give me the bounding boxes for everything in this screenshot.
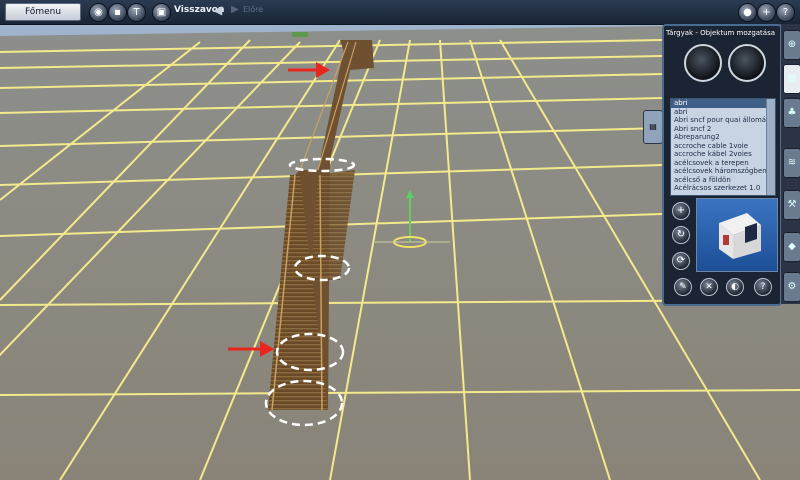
list-item[interactable]: Acélrácsos szerkezet 1.0 (671, 184, 775, 193)
panel-title: Tárgyak - Objektum mozgatása (666, 29, 776, 37)
place-object-icon[interactable] (684, 44, 722, 82)
top-toolbar: Főmenu ◉ ▪ T ▣ Visszavon ◀ ▶ Előre ● + ? (0, 0, 800, 25)
objects-panel: Tárgyak - Objektum mozgatása abri abri A… (662, 24, 782, 306)
delete-icon[interactable]: ✕ (700, 278, 718, 296)
tree-icon[interactable]: ♣ (783, 98, 800, 128)
list-item[interactable]: accroche kábel 2voies (671, 150, 775, 159)
bulb-icon[interactable]: ● (738, 3, 757, 22)
tool-tabs: ⊕ ▦ ♣ ≋ ⚒ ◆ ⚙ (780, 24, 800, 304)
refresh-icon[interactable]: ⟳ (672, 252, 690, 270)
move-object-icon[interactable] (728, 44, 766, 82)
eyedropper-icon[interactable]: ✎ (674, 278, 692, 296)
distant-object (292, 32, 308, 37)
filter-icon[interactable]: ◐ (726, 278, 744, 296)
redo-button[interactable]: Előre (243, 5, 263, 14)
tools-icon[interactable]: T (127, 3, 146, 22)
help-icon[interactable]: ? (776, 3, 795, 22)
list-item[interactable]: acélcsovek háromszögben (671, 167, 775, 176)
save-icon[interactable]: ▪ (108, 3, 127, 22)
shelter-preview-image (719, 213, 761, 259)
track-icon[interactable]: ▦ (783, 64, 800, 94)
redo-arrow-icon[interactable]: ▶ (231, 4, 239, 15)
zoom-icon[interactable]: ⊕ (783, 30, 800, 60)
plus-icon[interactable]: + (757, 3, 776, 22)
list-item[interactable]: Abreparung2 (671, 133, 775, 142)
wrench-icon[interactable]: ⚒ (783, 190, 800, 220)
undo-arrow-icon[interactable]: ◀ (213, 3, 222, 17)
spline-icon[interactable]: ≋ (783, 148, 800, 178)
help-icon[interactable]: ? (754, 278, 772, 296)
rotate-icon[interactable]: ↻ (672, 226, 690, 244)
list-scrollbar[interactable] (766, 99, 775, 195)
globe-icon[interactable]: ◉ (89, 3, 108, 22)
list-item[interactable]: acélcsovek a terepen (671, 159, 775, 168)
list-item[interactable]: abri (671, 108, 775, 117)
water-icon[interactable]: ◆ (783, 232, 800, 262)
list-item[interactable]: abri (671, 99, 775, 108)
list-item[interactable]: acélcső a földön (671, 176, 775, 185)
zoom-in-icon[interactable]: + (672, 202, 690, 220)
list-item[interactable]: Abri sncf pour quai állomás (671, 116, 775, 125)
list-item[interactable]: Abri sncf 2 (671, 125, 775, 134)
object-list[interactable]: abri abri Abri sncf pour quai állomás Ab… (670, 98, 776, 196)
panel-collapse-handle[interactable]: ▤ (643, 110, 663, 144)
camera-icon[interactable]: ▣ (152, 3, 171, 22)
settings-icon[interactable]: ⚙ (783, 272, 800, 302)
list-item[interactable]: accroche cable 1voie (671, 142, 775, 151)
main-menu-button[interactable]: Főmenu (5, 3, 81, 21)
object-preview (696, 198, 778, 272)
